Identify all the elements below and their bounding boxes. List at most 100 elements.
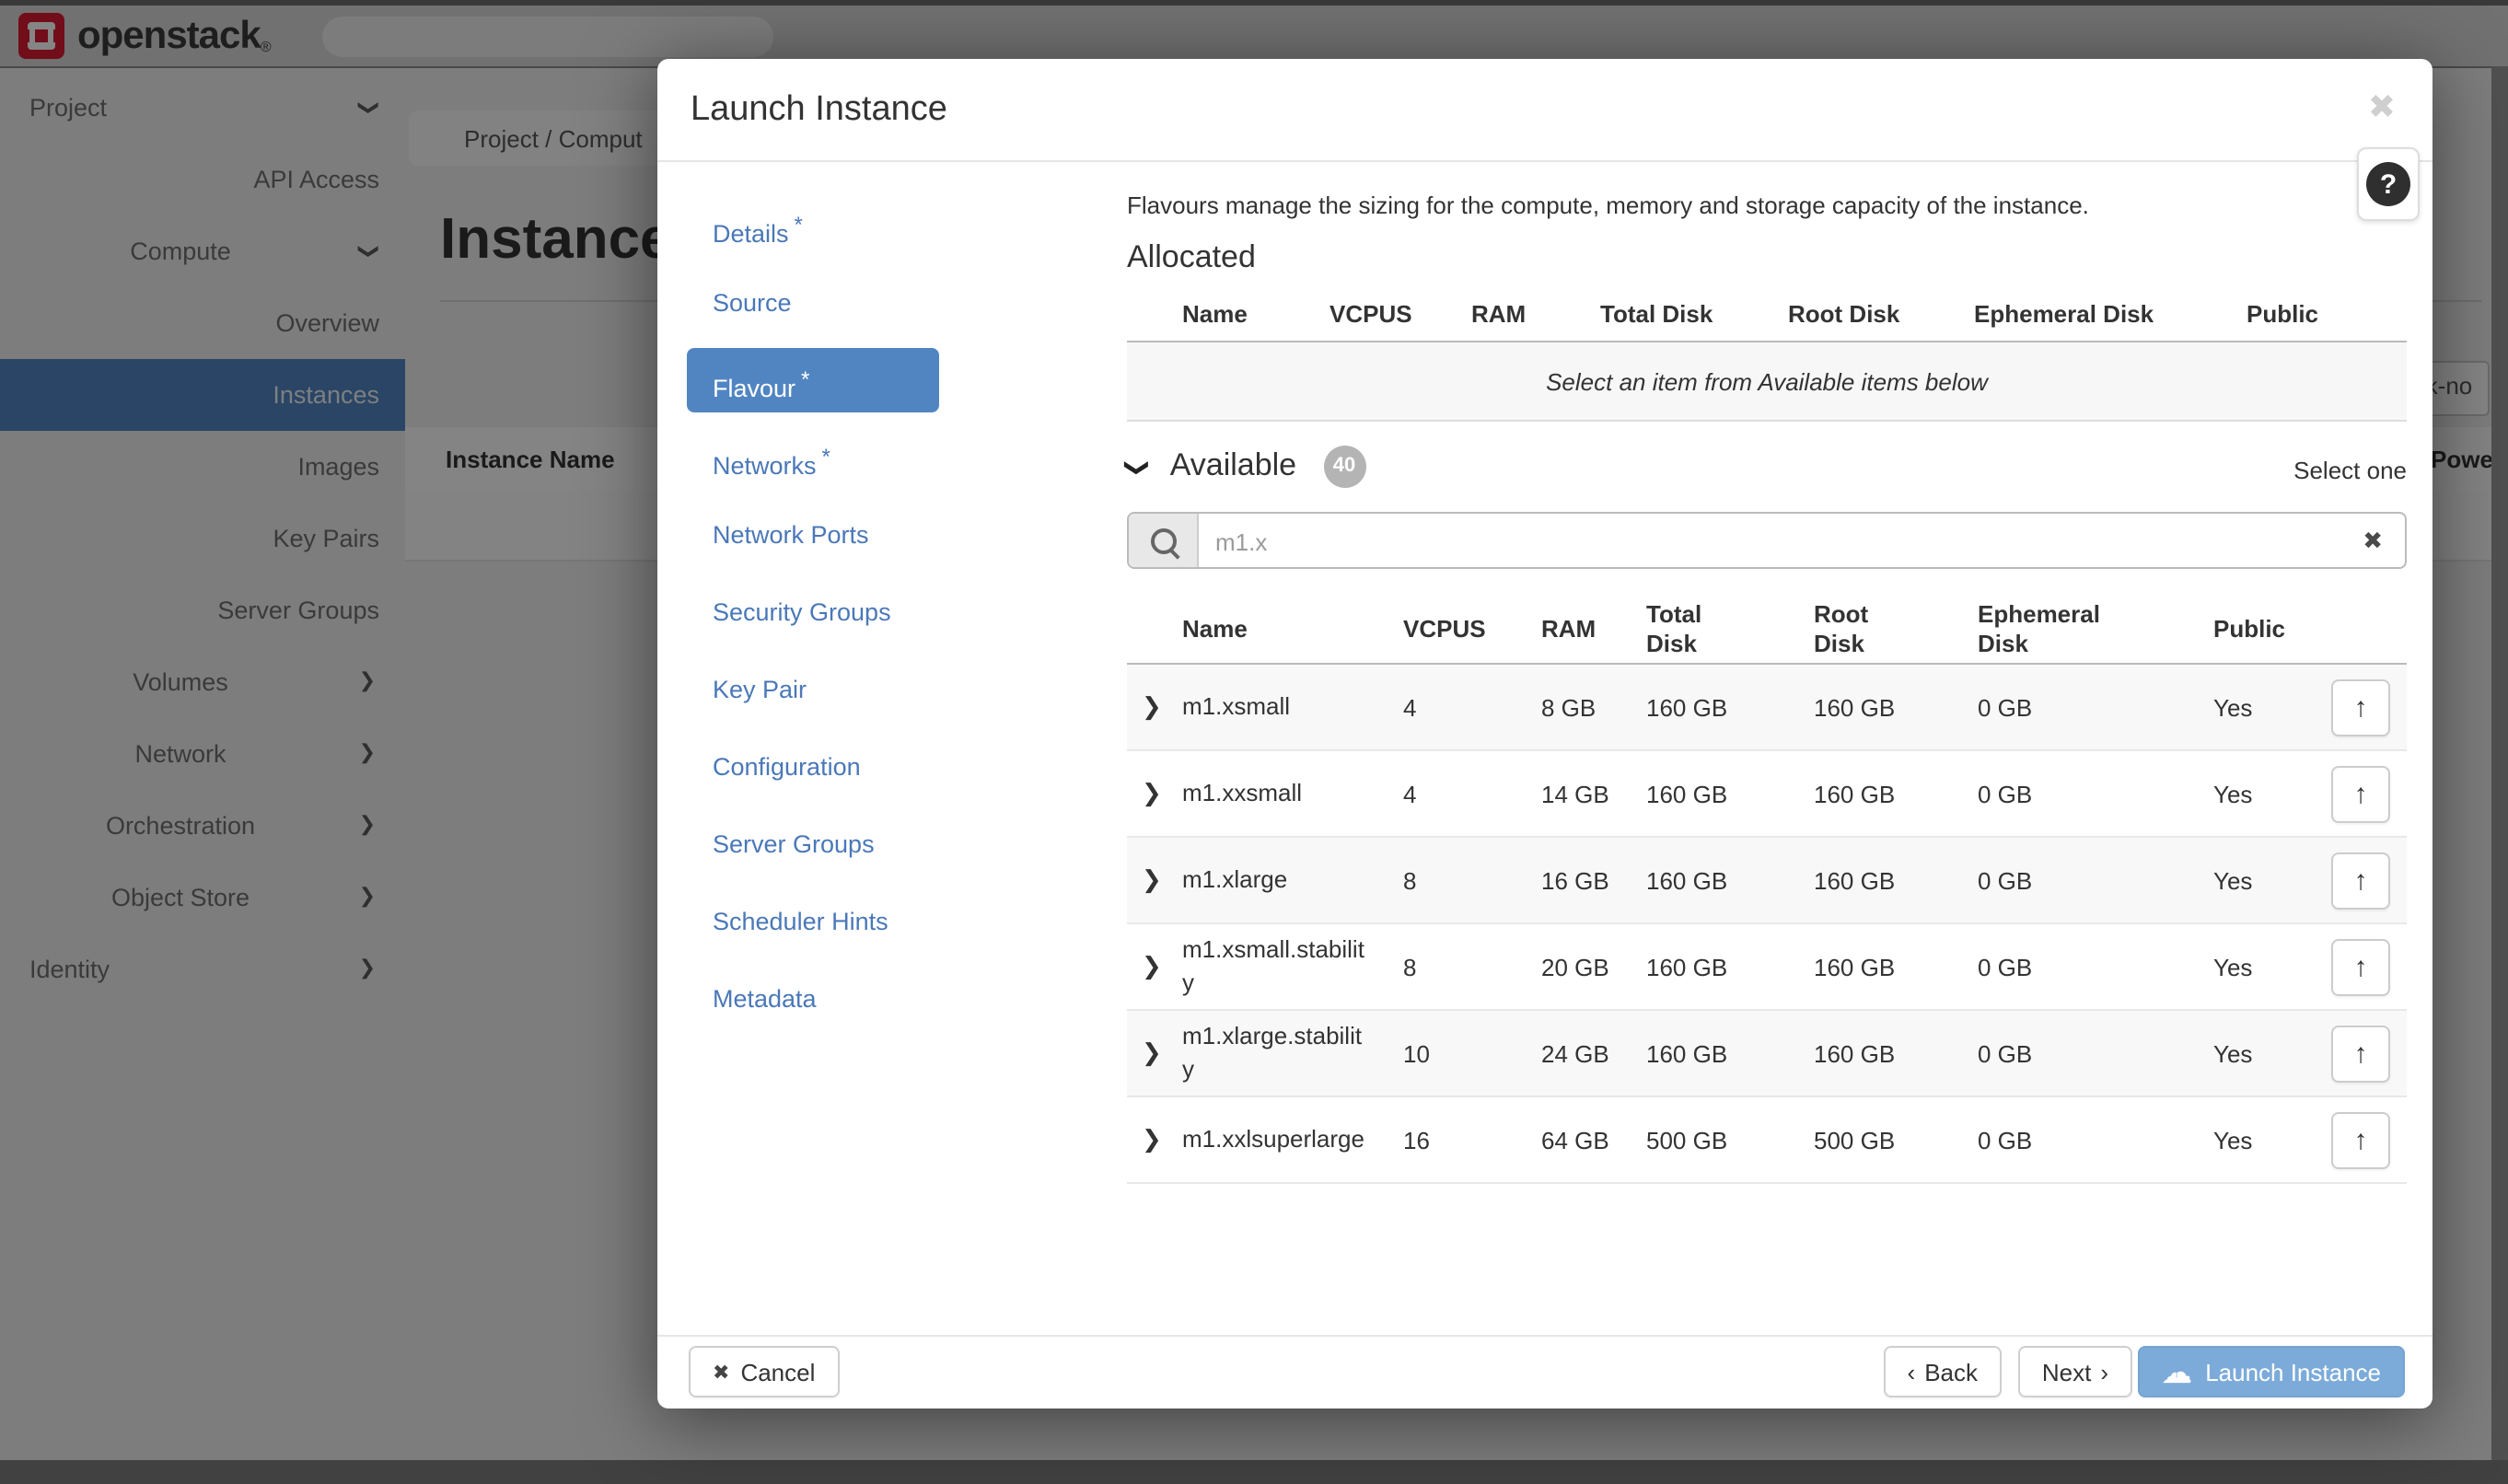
flavour-public: Yes xyxy=(2213,1126,2331,1154)
flavour-action-cell: ↑ xyxy=(2331,1025,2407,1082)
wizard-nav-configuration[interactable]: Configuration xyxy=(687,735,939,799)
allocate-flavour-button[interactable]: ↑ xyxy=(2331,1025,2390,1082)
expand-row-icon[interactable]: ❯ xyxy=(1127,952,1182,981)
wizard-nav-networks[interactable]: Networks* xyxy=(687,425,939,490)
flavour-name: m1.xlarge xyxy=(1182,864,1403,897)
flavour-vcpus: 8 xyxy=(1403,953,1541,980)
wizard-nav-label: Configuration xyxy=(713,753,861,781)
wizard-nav-label: Network Ports xyxy=(713,521,869,549)
flavour-row[interactable]: ❯m1.xxlsuperlarge1664 GB500 GB500 GB0 GB… xyxy=(1127,1097,2407,1184)
flavour-action-cell: ↑ xyxy=(2331,678,2407,736)
available-heading: Available xyxy=(1170,447,1296,482)
flavour-name: m1.xxlsuperlarge xyxy=(1182,1123,1403,1156)
flavour-row[interactable]: ❯m1.xxsmall414 GB160 GB160 GB0 GBYes↑ xyxy=(1127,751,2407,838)
flavour-root-disk: 160 GB xyxy=(1814,693,1978,721)
step-description: Flavours manage the sizing for the compu… xyxy=(1127,191,2089,219)
flavour-ephemeral-disk: 0 GB xyxy=(1978,1126,2213,1154)
expand-row-icon[interactable]: ❯ xyxy=(1127,692,1182,722)
wizard-nav-server-groups[interactable]: Server Groups xyxy=(687,812,939,876)
flavour-name-text: m1.xxsmall xyxy=(1182,777,1302,810)
flavour-name: m1.xxsmall xyxy=(1182,777,1403,810)
wizard-nav-security-groups[interactable]: Security Groups xyxy=(687,580,939,644)
flavour-row[interactable]: ❯m1.xsmall.stability820 GB160 GB160 GB0 … xyxy=(1127,924,2407,1011)
expand-row-icon[interactable]: ❯ xyxy=(1127,1038,1182,1068)
flavour-ephemeral-disk: 0 GB xyxy=(1978,953,2213,980)
wizard-nav-metadata[interactable]: Metadata xyxy=(687,967,939,1031)
back-button[interactable]: ‹ Back xyxy=(1884,1346,2003,1397)
wizard-nav-label: Key Pair xyxy=(713,676,807,703)
wizard-nav-label: Metadata xyxy=(713,985,817,1013)
wizard-nav-label: Scheduler Hints xyxy=(713,908,888,935)
next-chevron-icon: › xyxy=(2100,1358,2108,1385)
wizard-nav-label: Flavour xyxy=(713,375,795,402)
flavour-action-cell: ↑ xyxy=(2331,765,2407,822)
flavour-root-disk: 500 GB xyxy=(1814,1126,1978,1154)
flavour-total-disk: 160 GB xyxy=(1646,780,1814,807)
allocate-flavour-button[interactable]: ↑ xyxy=(2331,852,2390,909)
available-column-label: Total Disk xyxy=(1646,600,1731,660)
wizard-nav-key-pair[interactable]: Key Pair xyxy=(687,657,939,722)
allocate-flavour-button[interactable]: ↑ xyxy=(2331,765,2390,822)
allocate-flavour-button[interactable]: ↑ xyxy=(2331,1111,2390,1168)
available-section-bar: ❯ Available 40 Select one xyxy=(1127,446,2407,493)
expand-row-icon[interactable]: ❯ xyxy=(1127,779,1182,808)
available-column-label: Root Disk xyxy=(1814,600,1898,660)
flavour-ram: 8 GB xyxy=(1541,693,1646,721)
cancel-button[interactable]: ✖ Cancel xyxy=(689,1346,839,1397)
cancel-x-icon: ✖ xyxy=(713,1360,729,1384)
available-column-name: Name xyxy=(1182,615,1403,645)
flavour-name: m1.xlarge.stability xyxy=(1182,1020,1403,1087)
flavour-root-disk: 160 GB xyxy=(1814,866,1978,894)
cloud-upload-icon: ☁↑ xyxy=(2161,1356,2192,1387)
chevron-down-icon[interactable]: ❯ xyxy=(1122,458,1152,478)
flavour-total-disk: 160 GB xyxy=(1646,1039,1814,1067)
flavour-search-box: ✖ xyxy=(1127,512,2407,569)
expand-row-icon[interactable]: ❯ xyxy=(1127,865,1182,895)
modal-title: Launch Instance xyxy=(691,90,947,131)
allocate-flavour-button[interactable]: ↑ xyxy=(2331,678,2390,736)
allocated-column-root-disk: Root Disk xyxy=(1788,289,1974,341)
flavour-ephemeral-disk: 0 GB xyxy=(1978,866,2213,894)
flavour-ram: 20 GB xyxy=(1541,953,1646,980)
required-asterisk: * xyxy=(801,366,809,392)
back-chevron-icon: ‹ xyxy=(1908,1358,1916,1385)
wizard-nav-label: Source xyxy=(713,289,792,317)
allocated-column-ephemeral-disk: Ephemeral Disk xyxy=(1974,289,2247,341)
wizard-nav-source[interactable]: Source xyxy=(687,271,939,335)
flavour-row[interactable]: ❯m1.xsmall48 GB160 GB160 GB0 GBYes↑ xyxy=(1127,665,2407,751)
flavour-public: Yes xyxy=(2213,1039,2331,1067)
wizard-nav-label: Networks xyxy=(713,452,817,480)
flavour-total-disk: 160 GB xyxy=(1646,866,1814,894)
available-table-body: ❯m1.xsmall48 GB160 GB160 GB0 GBYes↑❯m1.x… xyxy=(1127,665,2407,1184)
search-input[interactable] xyxy=(1212,516,2324,567)
flavour-name-text: m1.xlarge xyxy=(1182,864,1287,897)
flavour-total-disk: 160 GB xyxy=(1646,693,1814,721)
clear-search-icon[interactable]: ✖ xyxy=(2363,527,2383,556)
expand-row-icon[interactable]: ❯ xyxy=(1127,1125,1182,1154)
flavour-name-text: m1.xsmall.stability xyxy=(1182,933,1374,1001)
wizard-nav-network-ports[interactable]: Network Ports xyxy=(687,503,939,567)
flavour-total-disk: 500 GB xyxy=(1646,1126,1814,1154)
available-column-ephemeral-disk: Ephemeral Disk xyxy=(1978,600,2213,660)
allocated-table-header: NameVCPUSRAMTotal DiskRoot DiskEphemeral… xyxy=(1127,289,2407,342)
flavour-ephemeral-disk: 0 GB xyxy=(1978,780,2213,807)
required-asterisk: * xyxy=(795,212,803,238)
launch-instance-button[interactable]: ☁↑ Launch Instance xyxy=(2137,1346,2405,1397)
allocate-flavour-button[interactable]: ↑ xyxy=(2331,938,2390,995)
wizard-nav-scheduler-hints[interactable]: Scheduler Hints xyxy=(687,889,939,954)
flavour-ram: 14 GB xyxy=(1541,780,1646,807)
allocated-empty-row: Select an item from Available items belo… xyxy=(1127,342,2407,422)
available-table-header: NameVCPUSRAMTotal DiskRoot DiskEphemeral… xyxy=(1127,597,2407,665)
flavour-ram: 16 GB xyxy=(1541,866,1646,894)
search-icon-segment xyxy=(1129,514,1199,567)
next-button[interactable]: Next › xyxy=(2018,1346,2132,1397)
flavour-ephemeral-disk: 0 GB xyxy=(1978,1039,2213,1067)
flavour-action-cell: ↑ xyxy=(2331,852,2407,909)
flavour-row[interactable]: ❯m1.xlarge816 GB160 GB160 GB0 GBYes↑ xyxy=(1127,838,2407,924)
flavour-row[interactable]: ❯m1.xlarge.stability1024 GB160 GB160 GB0… xyxy=(1127,1011,2407,1097)
allocated-empty-message: Select an item from Available items belo… xyxy=(1546,367,1988,395)
allocated-heading: Allocated xyxy=(1127,239,1256,276)
launch-instance-modal: Launch Instance ✖ ? Details*SourceFlavou… xyxy=(657,59,2433,1409)
wizard-nav-details[interactable]: Details* xyxy=(687,193,939,258)
wizard-nav-flavour[interactable]: Flavour* xyxy=(687,348,939,412)
